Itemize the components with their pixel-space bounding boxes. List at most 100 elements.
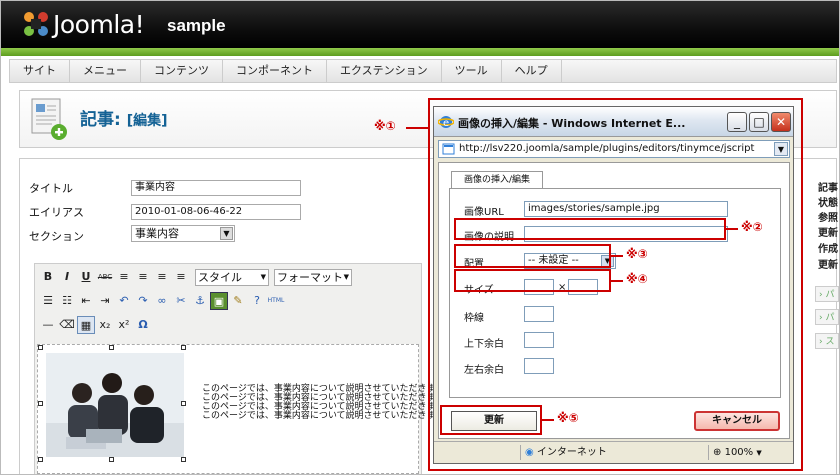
chevron-down-icon: ▼ xyxy=(220,227,233,240)
format-select[interactable]: フォーマット ▼ xyxy=(274,268,352,286)
numbered-list-icon[interactable]: ☷ xyxy=(58,292,76,310)
resize-handle[interactable] xyxy=(38,401,43,406)
align-center-icon[interactable]: ≡ xyxy=(134,268,152,286)
alias-label: エイリアス xyxy=(29,206,84,219)
resize-handle[interactable] xyxy=(181,345,186,350)
strikethrough-icon[interactable]: ABC xyxy=(96,268,114,286)
section-label: セクション xyxy=(29,230,84,243)
resize-handle[interactable] xyxy=(38,457,43,462)
page-subtitle: [編集] xyxy=(126,113,168,129)
chevron-right-icon: › xyxy=(819,290,823,300)
menu-item-components[interactable]: コンポーネント xyxy=(223,60,327,82)
zoom-icon: ⊕ xyxy=(713,447,722,458)
hspace-input[interactable] xyxy=(524,358,554,374)
address-url: http://lsv220.joomla/sample/plugins/edit… xyxy=(459,143,755,154)
chevron-down-icon: ▼ xyxy=(343,273,349,281)
joomla-logo-icon xyxy=(24,12,48,36)
side-panel-button[interactable]: › パ xyxy=(815,309,839,325)
border-label: 枠線 xyxy=(464,313,484,324)
body-text-line: このページでは、事業内容について説明させていただきます。 xyxy=(202,411,453,421)
tinymce-editor: B I U ABC ≡ ≡ ≡ ≡ スタイル ▼ フォーマット ▼ ☰ ☷ ⇤ ⇥ … xyxy=(34,263,453,474)
callout-2: ※② xyxy=(741,220,763,234)
info-label: 状態 xyxy=(818,198,838,209)
close-icon[interactable]: ✕ xyxy=(771,112,791,132)
title-input[interactable]: 事業内容 xyxy=(131,180,301,196)
resize-handle[interactable] xyxy=(181,401,186,406)
editor-toolbar-row-3: — ⌫ ▦ x₂ x² Ω xyxy=(39,315,152,335)
align-right-icon[interactable]: ≡ xyxy=(153,268,171,286)
html-source-icon[interactable]: HTML xyxy=(267,292,285,310)
resize-handle[interactable] xyxy=(109,457,114,462)
cancel-button[interactable]: キャンセル xyxy=(694,411,780,431)
globe-icon: ◉ xyxy=(525,447,534,458)
chevron-down-icon[interactable]: ▼ xyxy=(774,142,788,156)
cleanup-icon[interactable]: ✎ xyxy=(229,292,247,310)
section-select[interactable]: 事業内容 ▼ xyxy=(131,225,235,242)
link-icon[interactable]: ∞ xyxy=(153,292,171,310)
minimize-icon[interactable]: _ xyxy=(727,112,747,132)
underline-icon[interactable]: U xyxy=(77,268,95,286)
header-green-bar xyxy=(1,48,839,56)
menu-item-content[interactable]: コンテンツ xyxy=(141,60,223,82)
security-zone: ◉ インターネット xyxy=(520,445,700,460)
hspace-label: 左右余白 xyxy=(464,365,504,376)
remove-format-icon[interactable]: ⌫ xyxy=(58,316,76,334)
side-panel-button[interactable]: › ス xyxy=(815,333,839,349)
visual-aid-icon[interactable]: ▦ xyxy=(77,316,95,334)
vspace-label: 上下余白 xyxy=(464,339,504,350)
callout-2-box xyxy=(454,218,726,240)
outdent-icon[interactable]: ⇤ xyxy=(77,292,95,310)
menu-item-help[interactable]: ヘルプ xyxy=(502,60,562,82)
info-label: 記事 xyxy=(818,183,838,194)
side-panel-button[interactable]: › パ xyxy=(815,286,839,302)
style-select[interactable]: スタイル ▼ xyxy=(195,268,269,286)
admin-menu-bar: サイト メニュー コンテンツ コンポーネント エクステンション ツール ヘルプ xyxy=(9,59,837,83)
border-input[interactable] xyxy=(524,306,554,322)
italic-icon[interactable]: I xyxy=(58,268,76,286)
superscript-icon[interactable]: x² xyxy=(115,316,133,334)
business-team-photo xyxy=(46,353,184,457)
callout-5: ※⑤ xyxy=(557,411,579,425)
vspace-input[interactable] xyxy=(524,332,554,348)
resize-handle[interactable] xyxy=(181,457,186,462)
align-left-icon[interactable]: ≡ xyxy=(115,268,133,286)
brand-name: Joomla! xyxy=(53,10,145,39)
alias-input[interactable]: 2010-01-08-06-46-22 xyxy=(131,204,301,220)
zoom-control[interactable]: ⊕ 100% ▼ xyxy=(708,445,792,460)
undo-icon[interactable]: ↶ xyxy=(115,292,133,310)
maximize-icon[interactable]: □ xyxy=(749,112,769,132)
resize-handle[interactable] xyxy=(38,345,43,350)
page-title: 記事: [編集] xyxy=(80,110,168,130)
menu-item-site[interactable]: サイト xyxy=(10,60,70,82)
menu-item-extensions[interactable]: エクステンション xyxy=(327,60,442,82)
callout-4-line xyxy=(611,280,623,282)
horizontal-rule-icon[interactable]: — xyxy=(39,316,57,334)
anchor-icon[interactable]: ⚓ xyxy=(191,292,209,310)
dialog-title-bar: e 画像の挿入/編集 - Windows Internet E... _ □ ✕ xyxy=(434,107,793,137)
address-bar[interactable]: http://lsv220.joomla/sample/plugins/edit… xyxy=(438,140,790,158)
subscript-icon[interactable]: x₂ xyxy=(96,316,114,334)
image-url-input[interactable]: images/stories/sample.jpg xyxy=(524,201,728,217)
insert-image-icon[interactable]: ▣ xyxy=(210,292,228,310)
chevron-right-icon: › xyxy=(819,337,823,347)
callout-5-box xyxy=(440,405,542,435)
redo-icon[interactable]: ↷ xyxy=(134,292,152,310)
chevron-right-icon: › xyxy=(819,313,823,323)
tab-insert-image[interactable]: 画像の挿入/編集 xyxy=(451,171,543,189)
screenshot-stage: Joomla! sample サイト メニュー コンテンツ コンポーネント エク… xyxy=(0,0,840,475)
unlink-icon[interactable]: ✂ xyxy=(172,292,190,310)
resize-handle[interactable] xyxy=(109,345,114,350)
menu-item-menus[interactable]: メニュー xyxy=(70,60,141,82)
bold-icon[interactable]: B xyxy=(39,268,57,286)
editor-content-area[interactable]: このページでは、事業内容について説明させていただきます。 このページでは、事業内… xyxy=(37,344,453,474)
bullet-list-icon[interactable]: ☰ xyxy=(39,292,57,310)
help-icon[interactable]: ? xyxy=(248,292,266,310)
article-add-icon xyxy=(31,98,67,140)
special-char-icon[interactable]: Ω xyxy=(134,316,152,334)
info-label: 更新 xyxy=(818,260,838,271)
callout-3: ※③ xyxy=(626,247,648,261)
ie-status-bar: ◉ インターネット ⊕ 100% ▼ xyxy=(434,441,793,463)
indent-icon[interactable]: ⇥ xyxy=(96,292,114,310)
align-justify-icon[interactable]: ≡ xyxy=(172,268,190,286)
menu-item-tools[interactable]: ツール xyxy=(442,60,502,82)
